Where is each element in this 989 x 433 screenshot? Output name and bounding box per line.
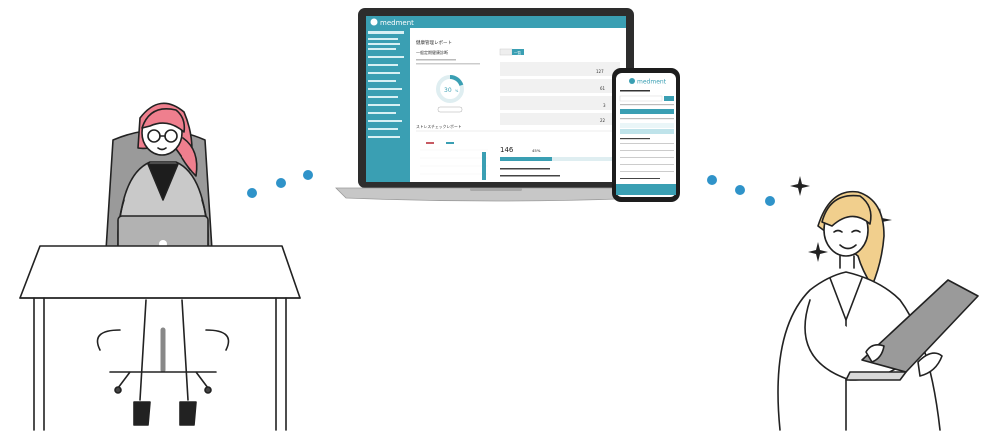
dot <box>276 178 286 188</box>
desk-top <box>19 245 301 299</box>
bar <box>482 152 486 180</box>
phone-row-active[interactable] <box>620 109 674 114</box>
laptop-device: medment 健康管理レポート 一般定期健康診断 一覧 30 % 127 61… <box>335 8 657 202</box>
dot <box>707 175 717 185</box>
legend-swatch <box>426 142 434 144</box>
toggle-button-1[interactable] <box>499 48 513 56</box>
phone-row[interactable] <box>620 123 674 128</box>
app-logo-icon <box>370 18 378 26</box>
woman-with-laptop <box>777 190 979 431</box>
text-line <box>500 168 550 170</box>
kpi-card <box>500 96 620 110</box>
kpi-value: 22 <box>600 118 606 123</box>
phone-row[interactable] <box>620 129 674 134</box>
shoe-left <box>133 401 151 426</box>
phone-text <box>620 150 674 151</box>
phone-logo: medment <box>637 79 667 86</box>
dot <box>735 185 745 195</box>
legend-swatch <box>446 142 454 144</box>
stress-pct: 45% <box>532 148 541 153</box>
held-laptop-base <box>845 371 907 381</box>
scene-svg: medment 健康管理レポート 一般定期健康診断 一覧 30 % 127 61… <box>19 8 979 431</box>
text-line <box>416 63 480 65</box>
phone-text <box>620 104 674 106</box>
phone-input[interactable] <box>619 95 663 102</box>
donut-value: 30 <box>444 87 452 94</box>
phone-logo-icon <box>629 78 635 84</box>
connection-dots-left <box>247 170 313 198</box>
text-line <box>416 59 456 61</box>
kpi-value: 127 <box>596 69 604 74</box>
phone-search-button[interactable] <box>664 96 674 101</box>
sidebar-item[interactable] <box>368 136 400 138</box>
chair-base <box>109 371 217 389</box>
sidebar-item[interactable] <box>368 56 404 58</box>
app-sidebar <box>366 16 410 182</box>
chair-wheel-1 <box>114 386 122 394</box>
sidebar-item[interactable] <box>368 104 400 106</box>
phone-text <box>620 90 650 92</box>
phone-tabbar[interactable] <box>616 184 676 195</box>
phone-text <box>620 143 674 144</box>
sidebar-item[interactable] <box>368 96 398 98</box>
sidebar-item[interactable] <box>368 80 396 82</box>
toggle-label: 一覧 <box>514 50 522 55</box>
stress-section-title: ストレスチェックレポート <box>416 124 462 129</box>
dot <box>303 170 313 180</box>
connection-dots-right <box>707 175 775 206</box>
neck <box>839 255 855 269</box>
sparkle-icon <box>790 176 810 196</box>
phone-text <box>620 178 660 179</box>
laptop-notch <box>470 188 522 191</box>
sidebar-item[interactable] <box>368 48 396 50</box>
detail-button[interactable] <box>437 106 463 113</box>
app-logo: medment <box>380 19 414 27</box>
dot <box>247 188 257 198</box>
phone-text <box>620 118 674 120</box>
sidebar-item[interactable] <box>368 120 402 122</box>
sidebar-item[interactable] <box>368 112 396 114</box>
stress-value: 146 <box>500 146 514 154</box>
sidebar-item[interactable] <box>368 64 398 66</box>
dot <box>765 196 775 206</box>
phone-text <box>620 138 650 140</box>
sidebar-item[interactable] <box>368 43 400 45</box>
smartphone: medment <box>612 68 680 202</box>
chair-arm-l <box>96 329 121 351</box>
chair-arm-r <box>205 329 230 351</box>
kpi-value: 61 <box>600 86 606 91</box>
page-title: 健康管理レポート <box>416 39 452 46</box>
sidebar-item[interactable] <box>368 31 404 34</box>
sidebar-item[interactable] <box>368 38 398 40</box>
phone-text <box>620 157 674 158</box>
phone-text <box>620 171 674 172</box>
shoe-right <box>179 401 197 426</box>
text-line <box>500 175 560 177</box>
illustration-stage: medment 健康管理レポート 一般定期健康診断 一覧 30 % 127 61… <box>0 0 989 433</box>
section-left-title: 一般定期健康診断 <box>416 49 448 55</box>
chair-wheel-2 <box>204 386 212 394</box>
phone-text <box>620 164 674 165</box>
sidebar-item[interactable] <box>368 128 398 130</box>
progress-fill <box>500 157 552 161</box>
sparkle-icon <box>808 242 828 262</box>
sidebar-item[interactable] <box>368 72 400 74</box>
woman-at-desk <box>19 102 301 431</box>
sidebar-item[interactable] <box>368 88 402 90</box>
